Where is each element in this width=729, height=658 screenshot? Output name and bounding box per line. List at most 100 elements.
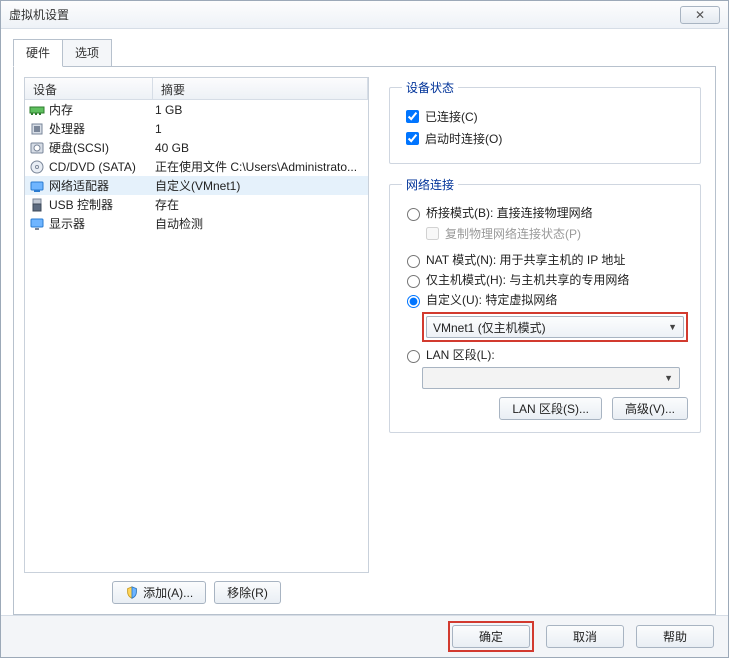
cpu-icon	[29, 121, 45, 137]
network-button-row: LAN 区段(S)... 高级(V)...	[402, 397, 688, 420]
close-button[interactable]: ✕	[680, 6, 720, 24]
list-item[interactable]: USB 控制器存在	[25, 195, 368, 214]
lan-label: LAN 区段(L):	[426, 346, 495, 363]
lan-segments-button-label: LAN 区段(S)...	[512, 400, 589, 417]
device-status-legend: 设备状态	[402, 79, 458, 96]
hardware-panel: 设备 摘要 内存1 GB处理器1硬盘(SCSI)40 GBCD/DVD (SAT…	[13, 66, 716, 615]
remove-button-label: 移除(R)	[227, 584, 268, 601]
window-title: 虚拟机设置	[9, 6, 69, 23]
connected-checkbox[interactable]	[406, 110, 419, 123]
custom-network-combo[interactable]: VMnet1 (仅主机模式) ▼	[426, 316, 684, 338]
header-device[interactable]: 设备	[25, 78, 153, 99]
replicate-checkbox-row: 复制物理网络连接状态(P)	[422, 224, 688, 243]
hostonly-radio[interactable]	[407, 275, 420, 288]
titlebar: 虚拟机设置 ✕	[1, 1, 728, 29]
network-legend: 网络连接	[402, 176, 458, 193]
bridged-radio[interactable]	[407, 208, 420, 221]
lan-segment-combo: ▼	[422, 367, 680, 389]
body: 硬件 选项 设备 摘要 内存1 GB处理器1硬盘(SCSI)40 GBCD/DV…	[1, 29, 728, 615]
net-icon	[29, 178, 45, 194]
network-group: 网络连接 桥接模式(B): 直接连接物理网络 复制物理网络连接状态(P) NAT…	[389, 176, 701, 433]
advanced-button[interactable]: 高级(V)...	[612, 397, 688, 420]
cancel-button-label: 取消	[573, 628, 597, 645]
disk-icon	[29, 140, 45, 156]
tab-strip: 硬件 选项	[13, 39, 716, 67]
ok-button[interactable]: 确定	[452, 625, 530, 648]
device-summary: 1 GB	[155, 103, 368, 117]
device-name: 处理器	[49, 120, 155, 137]
remove-button[interactable]: 移除(R)	[214, 581, 281, 604]
device-name: 硬盘(SCSI)	[49, 139, 155, 156]
bridged-label: 桥接模式(B): 直接连接物理网络	[426, 204, 593, 221]
chevron-down-icon: ▼	[664, 373, 673, 383]
custom-radio-row[interactable]: 自定义(U): 特定虚拟网络	[402, 291, 688, 308]
custom-label: 自定义(U): 特定虚拟网络	[426, 291, 557, 308]
ok-button-highlight: 确定	[448, 621, 534, 652]
shield-icon	[125, 586, 139, 600]
left-column: 设备 摘要 内存1 GB处理器1硬盘(SCSI)40 GBCD/DVD (SAT…	[24, 77, 369, 604]
connect-poweron-checkbox[interactable]	[406, 132, 419, 145]
device-rows: 内存1 GB处理器1硬盘(SCSI)40 GBCD/DVD (SATA)正在使用…	[25, 100, 368, 572]
list-item[interactable]: 内存1 GB	[25, 100, 368, 119]
device-name: 显示器	[49, 215, 155, 232]
nat-radio[interactable]	[407, 255, 420, 268]
hostonly-radio-row[interactable]: 仅主机模式(H): 与主机共享的专用网络	[402, 271, 688, 288]
hostonly-label: 仅主机模式(H): 与主机共享的专用网络	[426, 271, 629, 288]
add-button-label: 添加(A)...	[143, 584, 193, 601]
header-summary[interactable]: 摘要	[153, 78, 368, 99]
right-column: 设备状态 已连接(C) 启动时连接(O) 网络连接 桥接模式(B): 直接连接物	[379, 77, 705, 604]
tab-hardware-label: 硬件	[26, 46, 50, 60]
lan-radio[interactable]	[407, 350, 420, 363]
device-name: 内存	[49, 101, 155, 118]
nat-radio-row[interactable]: NAT 模式(N): 用于共享主机的 IP 地址	[402, 251, 688, 268]
nat-label: NAT 模式(N): 用于共享主机的 IP 地址	[426, 251, 625, 268]
cancel-button[interactable]: 取消	[546, 625, 624, 648]
lan-radio-row[interactable]: LAN 区段(L):	[402, 346, 688, 363]
device-summary: 40 GB	[155, 141, 368, 155]
replicate-label: 复制物理网络连接状态(P)	[445, 225, 581, 242]
custom-combo-highlight: VMnet1 (仅主机模式) ▼	[422, 312, 688, 342]
tab-hardware[interactable]: 硬件	[13, 39, 63, 67]
device-name: USB 控制器	[49, 196, 155, 213]
connected-checkbox-row[interactable]: 已连接(C)	[402, 107, 688, 126]
cd-icon	[29, 159, 45, 175]
device-list: 设备 摘要 内存1 GB处理器1硬盘(SCSI)40 GBCD/DVD (SAT…	[24, 77, 369, 573]
advanced-button-label: 高级(V)...	[625, 400, 675, 417]
tab-options[interactable]: 选项	[62, 39, 112, 67]
bridged-radio-row[interactable]: 桥接模式(B): 直接连接物理网络	[402, 204, 688, 221]
memory-icon	[29, 102, 45, 118]
device-name: CD/DVD (SATA)	[49, 160, 155, 174]
footer: 确定 取消 帮助	[1, 615, 728, 657]
custom-radio[interactable]	[407, 295, 420, 308]
list-item[interactable]: 显示器自动检测	[25, 214, 368, 233]
custom-network-combo-value: VMnet1 (仅主机模式)	[433, 319, 546, 336]
connect-poweron-label: 启动时连接(O)	[425, 130, 502, 147]
lan-combo-wrap: ▼	[422, 367, 688, 389]
device-list-header: 设备 摘要	[25, 78, 368, 100]
list-item[interactable]: 硬盘(SCSI)40 GB	[25, 138, 368, 157]
custom-combo-wrap: VMnet1 (仅主机模式) ▼	[422, 312, 688, 342]
left-button-row: 添加(A)... 移除(R)	[24, 581, 369, 604]
tab-options-label: 选项	[75, 46, 99, 60]
connected-label: 已连接(C)	[425, 108, 478, 125]
device-status-group: 设备状态 已连接(C) 启动时连接(O)	[389, 79, 701, 164]
connect-poweron-checkbox-row[interactable]: 启动时连接(O)	[402, 129, 688, 148]
device-summary: 正在使用文件 C:\Users\Administrato...	[155, 158, 368, 175]
display-icon	[29, 216, 45, 232]
replicate-checkbox	[426, 227, 439, 240]
help-button-label: 帮助	[663, 628, 687, 645]
device-summary: 1	[155, 122, 368, 136]
list-item[interactable]: CD/DVD (SATA)正在使用文件 C:\Users\Administrat…	[25, 157, 368, 176]
help-button[interactable]: 帮助	[636, 625, 714, 648]
close-icon: ✕	[695, 8, 705, 22]
lan-segments-button[interactable]: LAN 区段(S)...	[499, 397, 602, 420]
vm-settings-window: 虚拟机设置 ✕ 硬件 选项 设备 摘要 内存1 GB处理器1硬盘(SCSI)40…	[0, 0, 729, 658]
list-item[interactable]: 网络适配器自定义(VMnet1)	[25, 176, 368, 195]
device-summary: 自定义(VMnet1)	[155, 177, 368, 194]
list-item[interactable]: 处理器1	[25, 119, 368, 138]
add-button[interactable]: 添加(A)...	[112, 581, 206, 604]
chevron-down-icon: ▼	[668, 322, 677, 332]
device-summary: 存在	[155, 196, 368, 213]
usb-icon	[29, 197, 45, 213]
device-summary: 自动检测	[155, 215, 368, 232]
